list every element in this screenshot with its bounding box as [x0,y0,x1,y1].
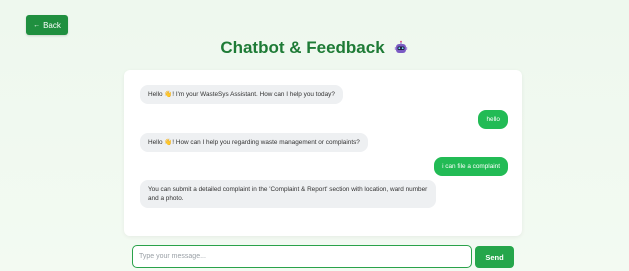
back-button-label: Back [43,20,61,30]
arrow-left-icon: ← [33,21,41,29]
robot-icon [394,40,407,53]
message-input[interactable] [132,245,472,268]
bot-message: You can submit a detailed complaint in t… [140,180,436,208]
bot-message: Hello 👋! I'm your WasteSys Assistant. Ho… [140,85,343,104]
send-button[interactable]: Send [475,246,514,268]
chat-window[interactable]: Hello 👋! I'm your WasteSys Assistant. Ho… [124,70,522,236]
page-title: Chatbot & Feedback [0,38,629,58]
page-title-text: Chatbot & Feedback [220,38,385,57]
bot-message: Hello 👋! How can I help you regarding wa… [140,133,368,152]
user-message: i can file a complaint [434,157,508,176]
user-message: hello [478,110,508,129]
back-button[interactable]: ← Back [26,15,68,35]
